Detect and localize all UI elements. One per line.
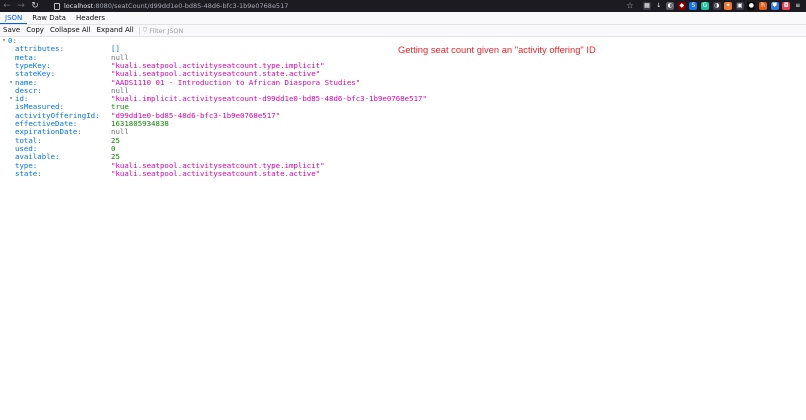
gift-icon[interactable]: ✦	[724, 2, 733, 10]
filter-icon: ⛉	[142, 26, 148, 34]
toolbar-divider	[138, 26, 140, 35]
json-actions-bar: Save Copy Collapse All Expand All ⛉ Filt…	[0, 25, 806, 37]
address-bar[interactable]: localhost:8080/seatCount/d99dd1e0-bd85-4…	[52, 1, 624, 11]
tab-headers[interactable]: Headers	[71, 12, 110, 24]
save-button[interactable]: Save	[0, 25, 23, 36]
tab-raw-data[interactable]: Raw Data	[27, 12, 71, 24]
extensions-grid-icon[interactable]: ▦	[643, 2, 651, 10]
json-key: stateKey:	[15, 69, 56, 79]
json-value: 25	[111, 152, 120, 162]
page-icon	[54, 2, 60, 10]
bookmark-star-icon[interactable]: ☆	[625, 0, 635, 12]
tampermonkey-icon[interactable]: ●	[747, 2, 756, 10]
translate-icon[interactable]: S	[689, 2, 698, 10]
collapse-all-button[interactable]: Collapse All	[47, 25, 94, 36]
url-text[interactable]: localhost:8080/seatCount/d99dd1e0-bd85-4…	[64, 2, 288, 10]
json-key: available:	[15, 152, 60, 162]
url-host: localhost	[64, 2, 94, 10]
json-value: "kuali.seatpool.activityseatcount.state.…	[111, 69, 321, 79]
menu-icon[interactable]: ≡	[793, 2, 802, 10]
forward-arrow-icon[interactable]: →	[14, 0, 28, 12]
filter-json-input[interactable]: ⛉ Filter JSON	[143, 27, 184, 35]
json-value: "AADS1110 01 - Introduction to African D…	[111, 77, 361, 87]
pocket-icon[interactable]: ◘	[782, 2, 791, 10]
json-value: "kuali.seatpool.activityseatcount.state.…	[111, 168, 321, 178]
expand-all-button[interactable]: Expand All	[94, 25, 137, 36]
shield-icon[interactable]: ⛊	[770, 2, 779, 10]
grammar-icon[interactable]: G	[701, 2, 709, 10]
honey-icon[interactable]: h	[759, 2, 767, 10]
filter-placeholder: Filter JSON	[149, 26, 184, 35]
ublock-icon[interactable]: ◆	[677, 2, 686, 10]
expand-toggle-icon[interactable]: ▾	[8, 95, 14, 103]
clipboard-icon[interactable]: ▣	[735, 2, 744, 10]
expand-toggle-icon[interactable]: ▾	[1, 37, 7, 45]
expand-toggle-icon[interactable]: ▾	[8, 79, 14, 87]
json-key: state:	[15, 168, 42, 178]
tab-json[interactable]: JSON	[0, 12, 28, 24]
annotation-text: Getting seat count given an "activity of…	[398, 44, 596, 55]
dark-reader-icon[interactable]: ◐	[666, 2, 675, 10]
url-path: :8080/seatCount/d99dd1e0-bd85-48d6-bfc3-…	[93, 2, 289, 10]
json-value: "kuali.implicit.activityseatcount-d99dd1…	[111, 94, 427, 104]
reload-icon[interactable]: ↻	[28, 0, 42, 12]
copy-button[interactable]: Copy	[23, 25, 47, 36]
json-viewer-tabs: JSON Raw Data Headers	[0, 12, 806, 25]
theme-icon[interactable]: ◑	[712, 2, 721, 10]
back-arrow-icon[interactable]: ←	[0, 0, 14, 12]
download-icon[interactable]: ↓	[654, 2, 663, 10]
